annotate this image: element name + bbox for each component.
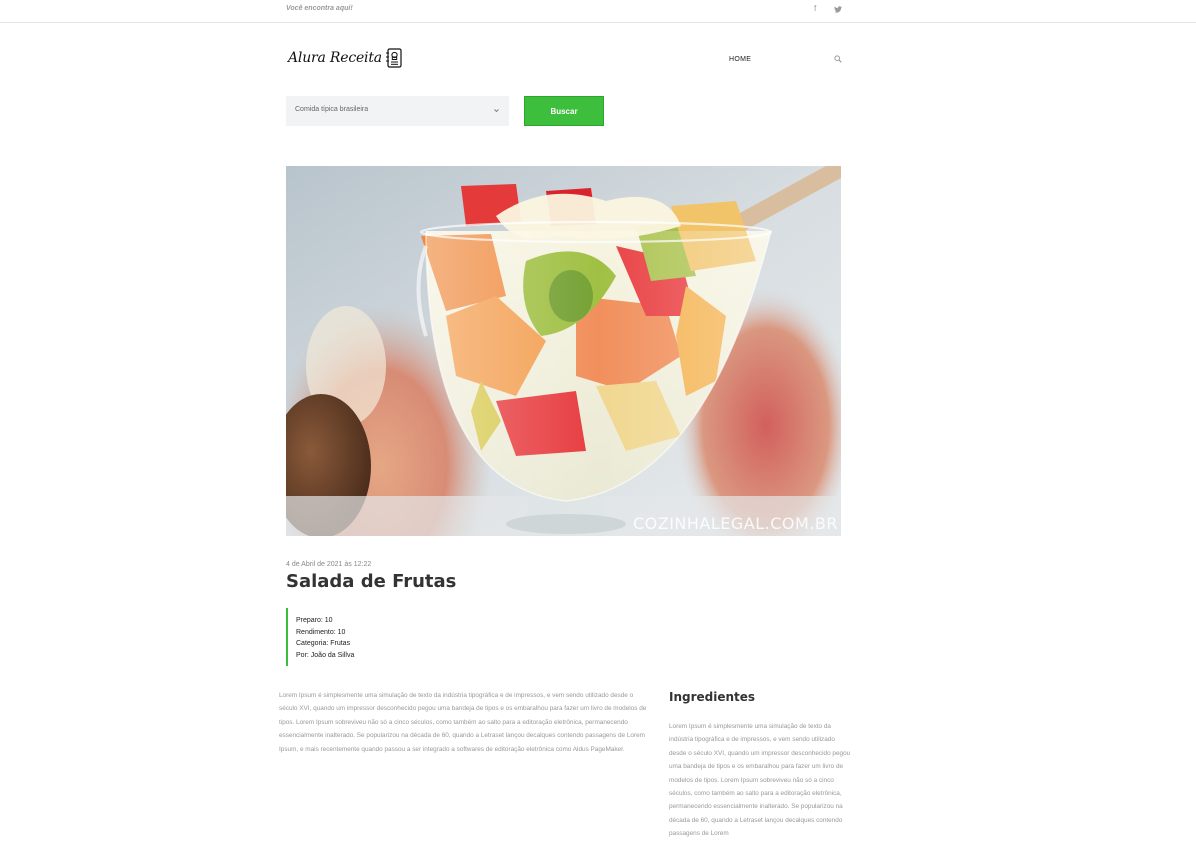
fruit-salad-image: [286, 166, 841, 536]
site-logo[interactable]: Alura Receita: [288, 48, 403, 68]
image-watermark: COZINHALEGAL.COM.BR: [632, 514, 838, 533]
meta-rendimento: Rendimento: 10: [296, 628, 346, 636]
recipe-title: Salada de Frutas: [286, 571, 457, 592]
nav-home-link[interactable]: HOME: [729, 56, 751, 63]
category-select[interactable]: Comida típica brasileira: [286, 96, 509, 126]
chevron-down-icon: [494, 109, 499, 113]
ingredients-text: Lorem Ipsum é simplesmente uma simulação…: [669, 723, 851, 838]
category-select-value: Comida típica brasileira: [295, 106, 369, 113]
cookbook-icon: [385, 48, 402, 68]
facebook-icon[interactable]: f: [814, 4, 816, 13]
search-icon[interactable]: [834, 55, 842, 63]
recipe-meta: Preparo: 10 Rendimento: 10 Categoria: Fr…: [286, 608, 354, 666]
post-date: 4 de Abril de 2021 às 12:22: [286, 561, 372, 568]
top-bar: Você encontra aqui! f: [0, 0, 1196, 23]
ingredients-title: Ingredientes: [669, 690, 756, 704]
meta-categoria: Categoria: Frutas: [296, 640, 351, 647]
search-button[interactable]: Buscar: [524, 96, 604, 126]
recipe-image: COZINHALEGAL.COM.BR: [286, 166, 841, 536]
logo-text: Alura Receita: [288, 50, 382, 66]
meta-autor: Por: João da Sillva: [296, 651, 355, 659]
meta-preparo: Preparo: 10: [296, 617, 333, 624]
recipe-body-text: Lorem Ipsum é simplesmente uma simulação…: [279, 692, 647, 753]
twitter-icon[interactable]: [834, 6, 842, 13]
tagline: Você encontra aqui!: [286, 5, 353, 12]
